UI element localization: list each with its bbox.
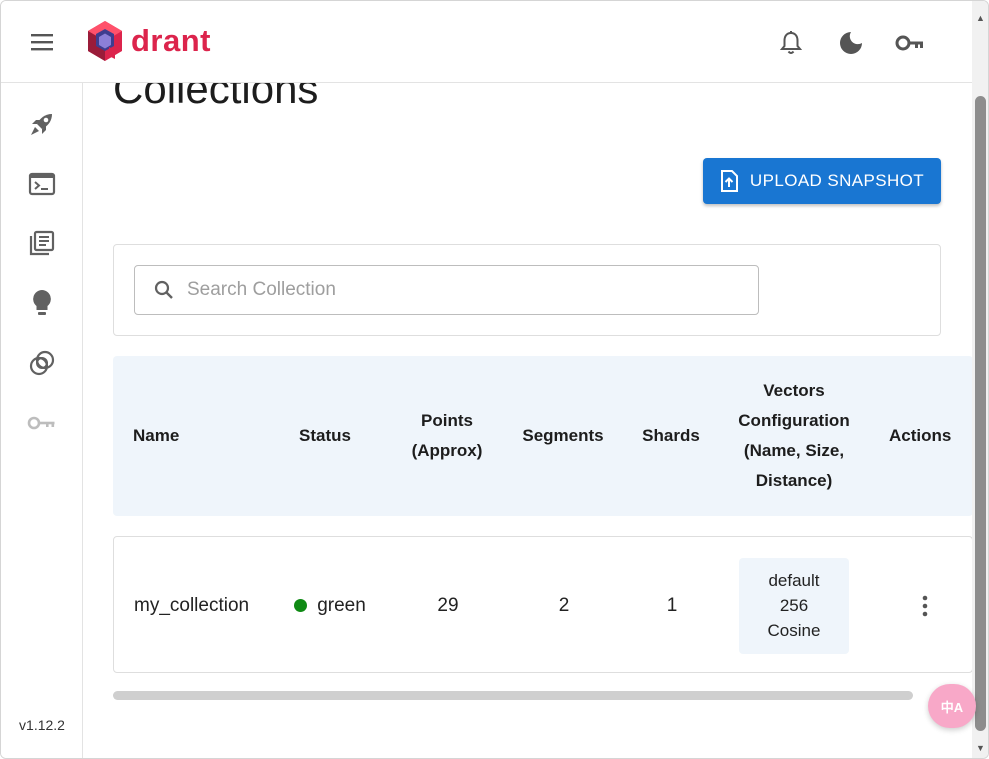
- search-icon: [154, 280, 173, 299]
- logo-text: drant: [131, 23, 211, 58]
- horizontal-scrollbar[interactable]: [113, 691, 913, 700]
- collection-status: green: [280, 537, 380, 674]
- vector-size: 256: [779, 596, 809, 615]
- upload-snapshot-button[interactable]: UPLOAD SNAPSHOT: [703, 158, 941, 204]
- segments-value: 2: [558, 594, 570, 616]
- scroll-up-arrow-icon[interactable]: ▲: [975, 13, 986, 23]
- main-content: Collections UPLOAD SNAPSHOT Name Status …: [83, 83, 972, 758]
- translate-button[interactable]: 中A: [928, 684, 976, 728]
- upload-snapshot-label: UPLOAD SNAPSHOT: [749, 171, 925, 190]
- table-row[interactable]: my_collection green 29 2 1 default 256 C…: [113, 536, 972, 673]
- translate-icon: 中A: [940, 699, 964, 715]
- api-key-icon[interactable]: [25, 406, 59, 440]
- row-actions-button[interactable]: [910, 537, 940, 674]
- version-label: v1.12.2: [19, 717, 65, 733]
- table-header: Name Status Points (Approx) Segments Sha…: [113, 356, 972, 516]
- qdrant-logo-icon: [88, 21, 122, 61]
- collection-name-link[interactable]: my_collection: [114, 537, 274, 674]
- column-header-status[interactable]: Status: [279, 356, 371, 516]
- vector-config-box: default 256 Cosine: [739, 557, 849, 654]
- vector-config-cell: default 256 Cosine: [739, 537, 849, 674]
- file-upload-icon: [720, 170, 738, 192]
- column-header-vectors[interactable]: Vectors Configuration (Name, Size, Dista…: [725, 356, 863, 516]
- key-icon[interactable]: [894, 27, 926, 59]
- vector-name: default: [768, 571, 820, 590]
- lightbulb-icon[interactable]: [25, 286, 59, 320]
- menu-icon[interactable]: [25, 27, 59, 57]
- column-header-shards[interactable]: Shards: [633, 356, 709, 516]
- column-header-name[interactable]: Name: [113, 356, 201, 516]
- moon-icon[interactable]: [835, 27, 867, 59]
- search-field[interactable]: [134, 265, 759, 315]
- app-window: drant v1.12.2 Collections UPLOAD SNAPSHO…: [0, 0, 989, 759]
- status-dot-icon: [294, 599, 308, 612]
- points-value: 29: [437, 594, 459, 616]
- vertical-scrollbar-thumb[interactable]: [975, 96, 986, 731]
- terminal-icon[interactable]: [25, 167, 59, 201]
- column-header-actions[interactable]: Actions: [883, 356, 972, 516]
- library-icon[interactable]: [25, 226, 59, 260]
- shards-value: 1: [666, 594, 678, 616]
- search-input[interactable]: [187, 279, 727, 301]
- vector-distance: Cosine: [767, 621, 821, 640]
- page-title: Collections: [113, 83, 319, 112]
- column-header-points[interactable]: Points (Approx): [397, 356, 497, 516]
- status-text: green: [317, 594, 366, 616]
- search-card: [113, 244, 941, 336]
- column-header-segments[interactable]: Segments: [511, 356, 615, 516]
- rings-icon[interactable]: [25, 346, 59, 380]
- more-vert-icon: [922, 595, 928, 616]
- logo[interactable]: drant: [85, 19, 211, 63]
- scroll-down-arrow-icon[interactable]: ▼: [975, 743, 986, 753]
- bell-icon[interactable]: [775, 27, 807, 59]
- top-bar: drant: [1, 1, 972, 83]
- sidebar: v1.12.2: [1, 83, 83, 758]
- rocket-icon[interactable]: [25, 107, 59, 141]
